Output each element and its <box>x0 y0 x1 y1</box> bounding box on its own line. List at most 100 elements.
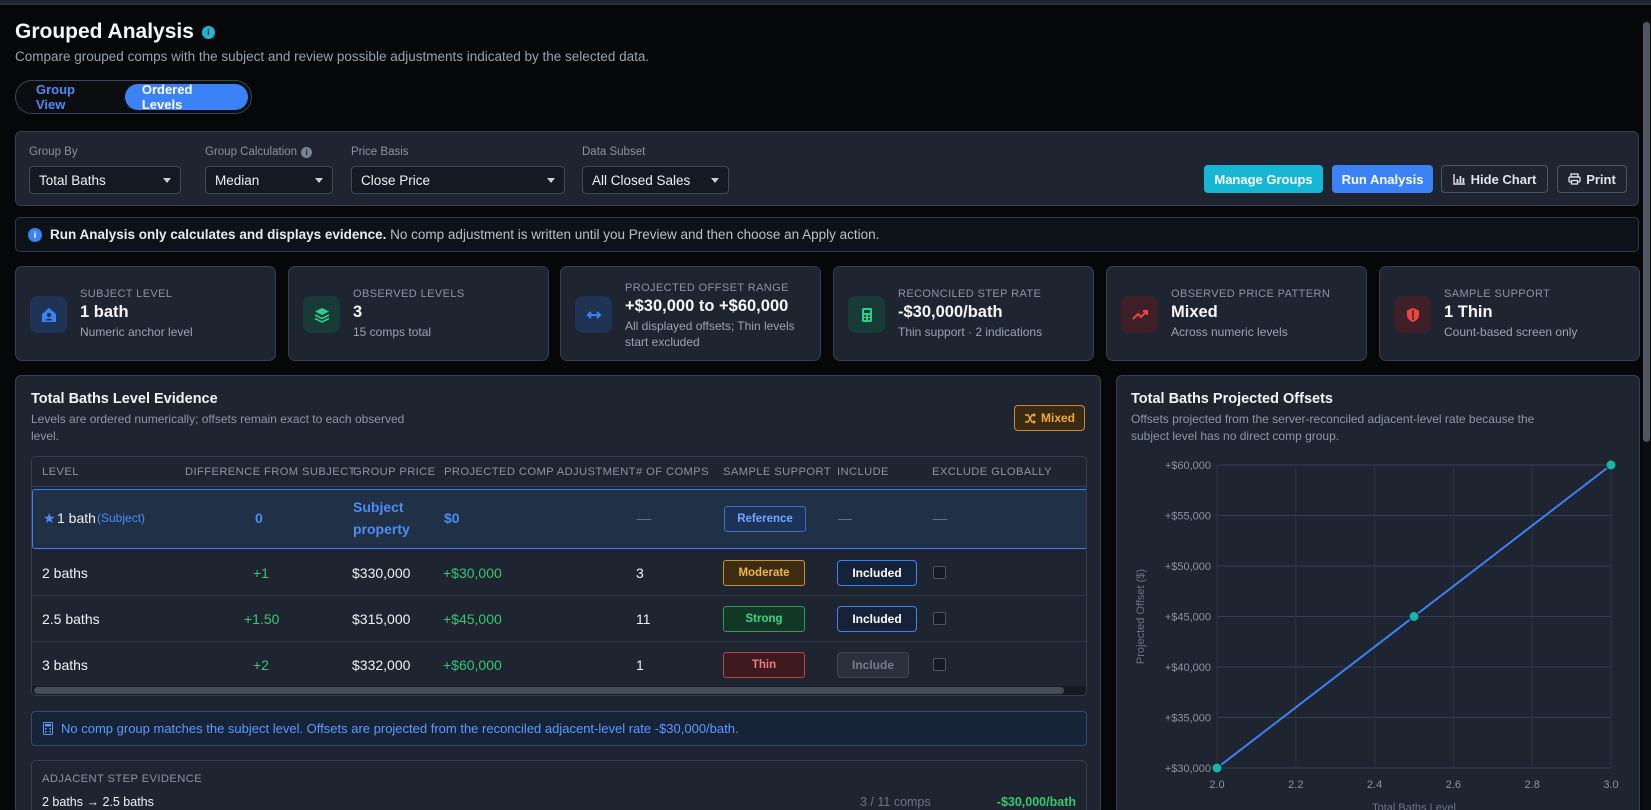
table-row: 2 baths +1 $330,000 +$30,000 3 Moderate … <box>32 550 1086 596</box>
page-title: Grouped Analysis <box>15 20 194 43</box>
card-subtext: All displayed offsets; Thin levels start… <box>625 319 795 349</box>
hide-chart-button[interactable]: Hide Chart <box>1441 165 1548 193</box>
info-icon[interactable]: i <box>301 146 313 158</box>
projected-adjustment: +$60,000 <box>443 657 502 673</box>
top-border <box>0 0 1651 5</box>
shuffle-icon <box>1024 412 1036 424</box>
toggle-group-view[interactable]: Group View <box>19 82 121 112</box>
level-label: 3 baths <box>42 657 88 673</box>
card-title: PROJECTED OFFSET RANGE <box>625 282 789 294</box>
exclude-checkbox[interactable] <box>933 566 946 579</box>
y-tick-label: +$55,000 <box>1165 511 1211 523</box>
trend-up-icon <box>1121 296 1158 333</box>
col-group-price: GROUP PRICE <box>353 466 436 478</box>
notice-detail: No comp adjustment is written until you … <box>390 227 880 242</box>
include-toggle[interactable]: Included <box>837 606 917 632</box>
print-button[interactable]: Print <box>1557 165 1627 193</box>
page-scrollbar[interactable] <box>1642 20 1651 810</box>
card-title: SAMPLE SUPPORT <box>1444 288 1551 300</box>
level-label: 2.5 baths <box>42 611 100 627</box>
notice-text: Run Analysis only calculates and display… <box>50 227 879 242</box>
layers-icon <box>303 296 340 333</box>
card-title: OBSERVED LEVELS <box>353 288 465 300</box>
card-value: +$30,000 to +$60,000 <box>625 297 789 315</box>
group-by-field: Group By Total Baths <box>29 145 181 194</box>
group-price: $330,000 <box>352 565 411 581</box>
page-scrollbar-thumb[interactable] <box>1643 22 1650 442</box>
card-value: 1 bath <box>80 303 129 321</box>
data-subset-field: Data Subset All Closed Sales <box>582 145 729 194</box>
price-basis-select[interactable]: Close Price <box>351 166 565 194</box>
group-calc-label: Group Calculation <box>205 146 298 158</box>
info-icon[interactable]: i <box>201 25 215 39</box>
manage-groups-button[interactable]: Manage Groups <box>1204 165 1323 193</box>
price-basis-label: Price Basis <box>351 146 409 158</box>
print-label: Print <box>1586 171 1616 187</box>
toggle-ordered-levels[interactable]: Ordered Levels <box>124 82 248 112</box>
support-badge: Moderate <box>723 560 805 586</box>
card-subtext: 15 comps total <box>353 325 432 339</box>
card-subtext: Across numeric levels <box>1171 325 1288 339</box>
x-tick-label: 3.0 <box>1603 779 1618 791</box>
support-badge: Reference <box>724 506 806 532</box>
y-tick-label: +$30,000 <box>1165 763 1211 775</box>
subject-tag: (Subject) <box>97 511 146 525</box>
num-comps: 3 <box>636 565 644 581</box>
group-price: $332,000 <box>352 657 411 673</box>
col-difference: DIFFERENCE FROM SUBJECT <box>185 466 356 478</box>
subject-adjustment: $0 <box>444 510 460 526</box>
card-value: 3 <box>353 303 363 321</box>
x-tick-label: 2.2 <box>1288 779 1303 791</box>
include-toggle[interactable]: Include <box>837 652 909 678</box>
pattern-badge: Mixed <box>1013 405 1085 431</box>
arrows-horizontal-icon <box>575 296 612 333</box>
group-by-value: Total Baths <box>39 172 106 188</box>
chevron-down-icon <box>711 177 719 183</box>
group-price: $315,000 <box>352 611 411 627</box>
level-evidence-panel: Total Baths Level Evidence Levels are or… <box>15 375 1101 810</box>
diff-value: +1 <box>253 565 269 581</box>
group-calc-select[interactable]: Median <box>205 166 333 194</box>
subject-diff: 0 <box>255 510 263 526</box>
subject-price-line1: Subject <box>353 499 404 515</box>
include-toggle[interactable]: Included <box>837 560 917 586</box>
data-point <box>1211 762 1223 774</box>
col-include: INCLUDE <box>837 466 889 478</box>
adjacent-row-comps: 3 / 11 comps <box>860 795 931 809</box>
x-axis-label: Total Baths Level <box>1372 802 1456 810</box>
analysis-notice: i Run Analysis only calculates and displ… <box>15 217 1639 252</box>
card-subtext: Numeric anchor level <box>80 325 193 339</box>
data-point <box>1408 611 1420 622</box>
projected-offsets-chart-panel: Total Baths Projected Offsets Offsets pr… <box>1116 375 1640 810</box>
num-comps: 11 <box>636 611 651 627</box>
exclude-checkbox[interactable] <box>933 658 946 671</box>
support-badge: Thin <box>723 652 805 678</box>
data-subset-label: Data Subset <box>582 146 646 158</box>
table-row: 2.5 baths +1.50 $315,000 +$45,000 11 Str… <box>32 596 1086 642</box>
col-num-comps: # OF COMPS <box>636 466 709 478</box>
data-point <box>1605 459 1617 471</box>
card-value: 1 Thin <box>1444 303 1493 321</box>
adjacent-title: ADJACENT STEP EVIDENCE <box>42 773 203 785</box>
info-icon: i <box>28 227 42 242</box>
x-tick-label: 2.4 <box>1367 779 1382 791</box>
x-tick-label: 2.6 <box>1446 779 1461 791</box>
card-subtext: Count-based screen only <box>1444 325 1578 339</box>
support-badge: Strong <box>723 606 805 632</box>
exclude-checkbox[interactable] <box>933 612 946 625</box>
price-basis-field: Price Basis Close Price <box>351 145 565 194</box>
page-header: Grouped Analysis i <box>15 20 215 44</box>
card-reconciled-step-rate: RECONCILED STEP RATE -$30,000/bath Thin … <box>833 266 1094 361</box>
adjacent-step-evidence: ADJACENT STEP EVIDENCE 2 baths → 2.5 bat… <box>31 760 1087 810</box>
card-projected-offset-range: PROJECTED OFFSET RANGE +$30,000 to +$60,… <box>560 266 821 361</box>
run-analysis-button[interactable]: Run Analysis <box>1332 165 1433 193</box>
data-subset-select[interactable]: All Closed Sales <box>582 166 729 194</box>
group-by-select[interactable]: Total Baths <box>29 166 181 194</box>
table-horizontal-scrollbar[interactable] <box>32 686 1086 695</box>
projected-adjustment: +$30,000 <box>443 565 502 581</box>
y-tick-label: +$40,000 <box>1165 662 1211 674</box>
table-scrollbar-thumb[interactable] <box>34 687 1064 694</box>
group-by-label: Group By <box>29 146 78 158</box>
pattern-badge-label: Mixed <box>1040 411 1075 425</box>
adjacent-row-label: 2 baths → 2.5 baths <box>42 795 154 809</box>
